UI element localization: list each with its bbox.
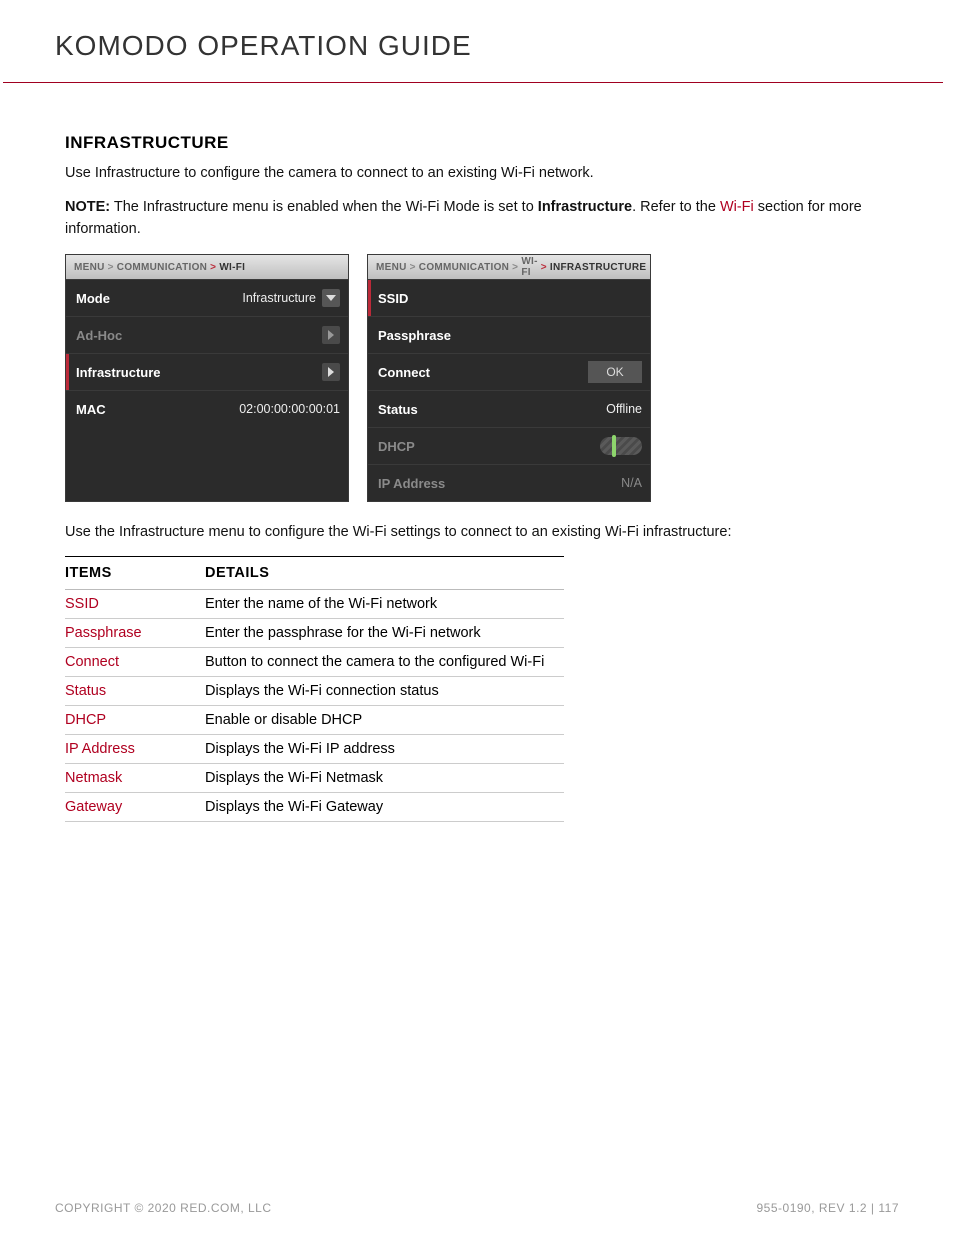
table-row: PassphraseEnter the passphrase for the W…: [65, 619, 564, 648]
crumb-comm: COMMUNICATION: [117, 262, 207, 273]
table-item: Gateway: [65, 793, 205, 822]
table-item: IP Address: [65, 735, 205, 764]
infrastructure-panel: MENU > COMMUNICATION > WI-FI > INFRASTRU…: [367, 254, 651, 502]
table-row: StatusDisplays the Wi-Fi connection stat…: [65, 677, 564, 706]
crumb-infra: INFRASTRUCTURE: [550, 262, 646, 273]
panels-container: MENU > COMMUNICATION > WI-FI Mode Infras…: [65, 254, 899, 502]
table-row: GatewayDisplays the Wi-Fi Gateway: [65, 793, 564, 822]
items-table: ITEMS DETAILS SSIDEnter the name of the …: [65, 556, 564, 822]
wifi-link[interactable]: Wi-Fi: [720, 199, 754, 215]
crumb-sep: >: [541, 262, 547, 273]
mode-row[interactable]: Mode Infrastructure: [66, 279, 348, 316]
post-panels-paragraph: Use the Infrastructure menu to configure…: [65, 522, 899, 544]
dhcp-label: DHCP: [378, 439, 415, 454]
section-heading: INFRASTRUCTURE: [65, 133, 899, 153]
page-footer: COPYRIGHT © 2020 RED.COM, LLC 955-0190, …: [55, 1201, 899, 1215]
mac-row: MAC 02:00:00:00:00:01: [66, 390, 348, 427]
table-row: ConnectButton to connect the camera to t…: [65, 648, 564, 677]
chevron-right-icon: [322, 326, 340, 344]
crumb-wifi: WI-FI: [219, 262, 245, 273]
ok-button[interactable]: OK: [588, 361, 642, 383]
copyright: COPYRIGHT © 2020 RED.COM, LLC: [55, 1201, 272, 1215]
table-row: NetmaskDisplays the Wi-Fi Netmask: [65, 764, 564, 793]
doc-info: 955-0190, REV 1.2 | 117: [757, 1201, 900, 1215]
table-detail: Displays the Wi-Fi connection status: [205, 677, 564, 706]
ssid-label: SSID: [378, 291, 408, 306]
dropdown-icon: [322, 289, 340, 307]
crumb-sep: >: [108, 262, 114, 273]
mode-value: Infrastructure: [242, 291, 316, 305]
table-row: IP AddressDisplays the Wi-Fi IP address: [65, 735, 564, 764]
th-items: ITEMS: [65, 557, 205, 590]
passphrase-row[interactable]: Passphrase: [368, 316, 650, 353]
chevron-right-icon: [322, 363, 340, 381]
crumb-sep: >: [410, 262, 416, 273]
crumb-sep: >: [210, 262, 216, 273]
note-text-b: . Refer to the: [632, 199, 720, 215]
note-paragraph: NOTE: The Infrastructure menu is enabled…: [65, 197, 899, 241]
title-rule: [3, 82, 943, 83]
table-row: SSIDEnter the name of the Wi-Fi network: [65, 590, 564, 619]
passphrase-label: Passphrase: [378, 328, 451, 343]
infrastructure-row[interactable]: Infrastructure: [66, 353, 348, 390]
connect-label: Connect: [378, 365, 430, 380]
intro-paragraph: Use Infrastructure to configure the came…: [65, 163, 899, 185]
crumb-menu: MENU: [376, 262, 407, 273]
table-item: Connect: [65, 648, 205, 677]
ip-label: IP Address: [378, 476, 445, 491]
note-text-a: The Infrastructure menu is enabled when …: [110, 199, 538, 215]
th-details: DETAILS: [205, 557, 564, 590]
crumb-wifi: WI-FI: [521, 256, 537, 278]
adhoc-row[interactable]: Ad-Hoc: [66, 316, 348, 353]
table-detail: Button to connect the camera to the conf…: [205, 648, 564, 677]
ip-row: IP Address N/A: [368, 464, 650, 501]
table-detail: Displays the Wi-Fi IP address: [205, 735, 564, 764]
page-title: KOMODO OPERATION GUIDE: [55, 30, 899, 62]
table-item: Netmask: [65, 764, 205, 793]
ip-value: N/A: [621, 476, 642, 490]
crumb-menu: MENU: [74, 262, 105, 273]
table-item: DHCP: [65, 706, 205, 735]
ssid-row[interactable]: SSID: [368, 279, 650, 316]
table-detail: Enter the name of the Wi-Fi network: [205, 590, 564, 619]
table-item: Passphrase: [65, 619, 205, 648]
mac-label: MAC: [76, 402, 106, 417]
status-value: Offline: [606, 402, 642, 416]
infrastructure-label: Infrastructure: [76, 365, 161, 380]
table-row: DHCPEnable or disable DHCP: [65, 706, 564, 735]
crumb-comm: COMMUNICATION: [419, 262, 509, 273]
wifi-panel-header: MENU > COMMUNICATION > WI-FI: [66, 255, 348, 279]
table-detail: Enter the passphrase for the Wi-Fi netwo…: [205, 619, 564, 648]
table-detail: Enable or disable DHCP: [205, 706, 564, 735]
mac-value: 02:00:00:00:00:01: [239, 402, 340, 416]
status-row: Status Offline: [368, 390, 650, 427]
table-item: SSID: [65, 590, 205, 619]
crumb-sep: >: [512, 262, 518, 273]
table-detail: Displays the Wi-Fi Gateway: [205, 793, 564, 822]
adhoc-label: Ad-Hoc: [76, 328, 122, 343]
wifi-panel: MENU > COMMUNICATION > WI-FI Mode Infras…: [65, 254, 349, 502]
mode-label: Mode: [76, 291, 110, 306]
note-label: NOTE:: [65, 199, 110, 215]
note-bold: Infrastructure: [538, 199, 632, 215]
connect-row: Connect OK: [368, 353, 650, 390]
dhcp-toggle[interactable]: [600, 437, 642, 455]
status-label: Status: [378, 402, 418, 417]
dhcp-row[interactable]: DHCP: [368, 427, 650, 464]
table-item: Status: [65, 677, 205, 706]
table-detail: Displays the Wi-Fi Netmask: [205, 764, 564, 793]
infra-panel-header: MENU > COMMUNICATION > WI-FI > INFRASTRU…: [368, 255, 650, 279]
